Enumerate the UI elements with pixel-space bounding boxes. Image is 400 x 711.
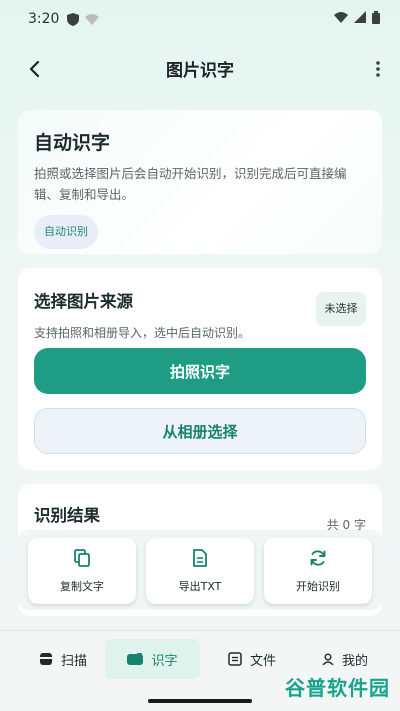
text-recognition-icon	[127, 653, 144, 665]
start-recognize-label: 开始识别	[296, 580, 340, 593]
select-from-album-button[interactable]: 从相册选择	[34, 408, 366, 454]
status-time: 3:20	[28, 11, 60, 27]
battery-icon	[372, 10, 380, 28]
copy-text-label: 复制文字	[60, 580, 104, 593]
back-button[interactable]	[22, 56, 48, 82]
copy-text-button[interactable]: 复制文字	[28, 538, 136, 604]
copy-icon	[74, 548, 90, 568]
app-bar: 图片识字	[0, 46, 400, 90]
nav-item-files[interactable]: 文件	[222, 639, 282, 679]
home-indicator[interactable]	[148, 699, 252, 703]
wifi-question-icon	[85, 13, 100, 25]
wifi-icon	[334, 11, 348, 27]
refresh-icon	[309, 548, 327, 568]
signal-icon	[354, 11, 366, 27]
status-bar: 3:20	[0, 0, 400, 38]
nav-label-me: 我的	[341, 653, 368, 669]
nav-label-recognize: 识字	[151, 653, 178, 669]
shield-icon	[67, 12, 80, 26]
source-card: 选择图片来源 支持拍照和相册导入，选中后自动识别。 未选择 拍照识字 从相册选择	[18, 268, 382, 470]
intro-description: 拍照或选择图片后会自动开始识别，识别完成后可直接编辑、复制和导出。	[34, 166, 347, 202]
nav-item-recognize[interactable]: 识字	[105, 639, 200, 679]
intro-card: 自动识字 拍照或选择图片后会自动开始识别，识别完成后可直接编辑、复制和导出。 自…	[18, 110, 382, 254]
intro-title: 自动识字	[34, 132, 111, 154]
nav-label-files: 文件	[249, 653, 276, 669]
source-subtitle: 支持拍照和相册导入，选中后自动识别。	[34, 326, 251, 340]
camera-recognize-button[interactable]: 拍照识字	[34, 348, 366, 394]
scan-icon	[38, 652, 53, 666]
nav-label-scan: 扫描	[60, 653, 87, 669]
selection-status-badge: 未选择	[316, 292, 366, 326]
export-txt-label: 导出TXT	[178, 580, 222, 593]
more-vertical-icon	[376, 61, 380, 77]
auto-recognize-chip: 自动识别	[34, 215, 98, 249]
file-icon	[228, 652, 242, 666]
result-title: 识别结果	[34, 506, 100, 525]
action-strip: 复制文字 导出TXT 开始识别	[18, 530, 382, 610]
start-recognize-button[interactable]: 开始识别	[264, 538, 372, 604]
person-icon	[322, 653, 334, 665]
chevron-left-icon	[29, 61, 40, 77]
page-title: 图片识字	[166, 60, 234, 81]
export-txt-button[interactable]: 导出TXT	[146, 538, 254, 604]
nav-item-scan[interactable]: 扫描	[28, 639, 98, 679]
watermark-text: 谷普软件园	[285, 676, 390, 700]
more-button[interactable]	[368, 56, 388, 82]
document-icon	[193, 548, 207, 568]
